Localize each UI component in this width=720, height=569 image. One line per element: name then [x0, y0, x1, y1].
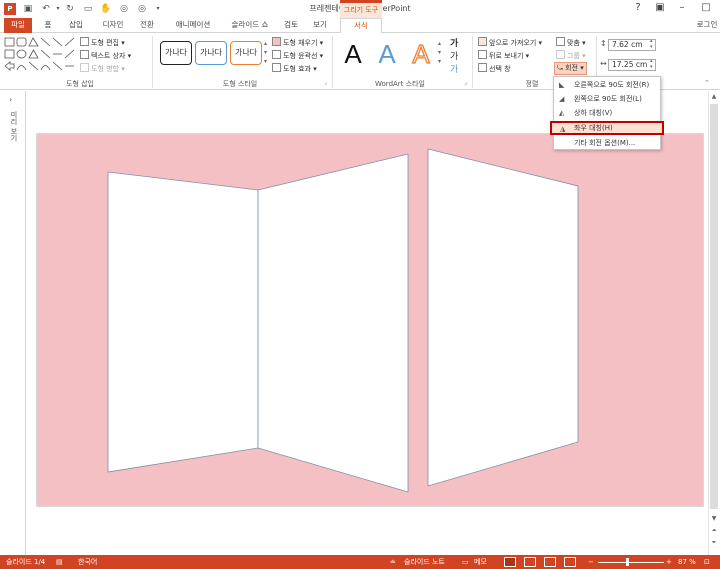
menu-flip-horizontal[interactable]: ◮ 좌우 대칭(H) — [550, 121, 664, 135]
reading-view-icon[interactable] — [544, 557, 556, 567]
rotate-right-icon: ◣ — [559, 81, 565, 89]
menu-rotate-left[interactable]: ◢ 왼쪽으로 90도 회전(L) — [554, 93, 660, 105]
menu-flip-vertical-label: 상하 대칭(V) — [574, 109, 613, 117]
menu-more-rotation-options[interactable]: 기타 회전 옵션(M)... — [554, 137, 660, 149]
notes-button[interactable]: 슬라이드 노트 — [404, 555, 445, 569]
rotate-left-icon: ◢ — [559, 95, 565, 103]
middle-panel-shape[interactable] — [257, 153, 409, 493]
comments-icon[interactable]: ▭ — [462, 555, 469, 569]
slide-sorter-icon[interactable] — [524, 557, 536, 567]
flip-horizontal-icon: ◮ — [560, 125, 566, 133]
menu-rotate-left-label: 왼쪽으로 90도 회전(L) — [574, 95, 642, 103]
zoom-level[interactable]: 87 % — [678, 555, 696, 569]
menu-flip-horizontal-label: 좌우 대칭(H) — [574, 124, 613, 132]
slideshow-view-icon[interactable] — [564, 557, 576, 567]
flip-vertical-icon: ◭ — [559, 109, 565, 117]
rotate-menu: ◣ 오른쪽으로 90도 회전(R) ◢ 왼쪽으로 90도 회전(L) ◭ 상하 대칭(… — [550, 76, 664, 150]
slide-counter: 슬라이드 1/4 — [6, 558, 46, 566]
scroll-up-icon[interactable]: ▲ — [708, 92, 720, 102]
menu-rotate-right-label: 오른쪽으로 90도 회전(R) — [574, 81, 650, 89]
comments-button[interactable]: 메모 — [474, 555, 487, 569]
menu-flip-vertical[interactable]: ◭ 상하 대칭(V) — [554, 107, 660, 119]
left-panel-shape[interactable] — [107, 171, 259, 473]
zoom-slider-thumb[interactable] — [626, 558, 629, 566]
zoom-in-icon[interactable]: + — [666, 555, 672, 569]
status-bar: 슬라이드 1/4 ▤ 한국어 ≐ 슬라이드 노트 ▭ 메모 − + 87 % ⊡ — [0, 555, 720, 569]
scroll-down-icon[interactable]: ▼ — [708, 514, 720, 524]
spell-check-icon[interactable]: ▤ — [56, 555, 63, 569]
fit-to-window-icon[interactable]: ⊡ — [704, 555, 710, 569]
scroll-thumb[interactable] — [710, 104, 718, 509]
zoom-out-icon[interactable]: − — [588, 555, 594, 569]
next-slide-icon[interactable]: ⏷ — [708, 538, 720, 548]
previous-slide-icon[interactable]: ⏶ — [708, 526, 720, 536]
zoom-slider[interactable] — [598, 562, 664, 563]
copied-panel-shape[interactable] — [427, 148, 579, 487]
language-indicator[interactable]: 한국어 — [78, 555, 97, 569]
normal-view-icon[interactable] — [504, 557, 516, 567]
notes-icon[interactable]: ≐ — [390, 555, 396, 569]
menu-rotate-right[interactable]: ◣ 오른쪽으로 90도 회전(R) — [554, 79, 660, 91]
menu-more-rotation-label: 기타 회전 옵션(M)... — [574, 139, 636, 147]
